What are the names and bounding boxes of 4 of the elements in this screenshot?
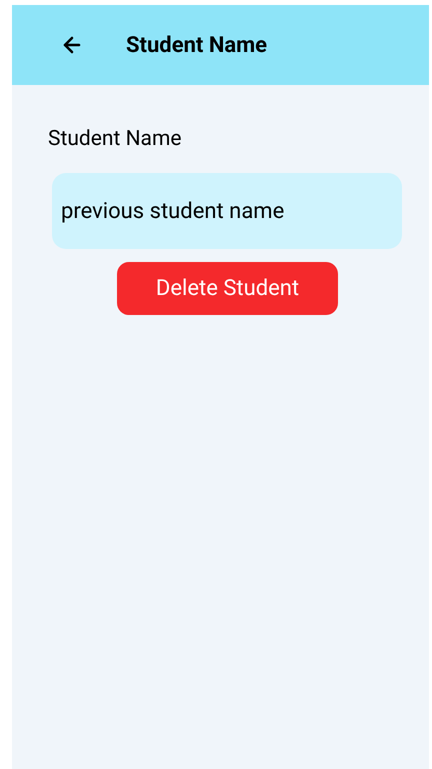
name-field[interactable]: previous student name — [52, 173, 402, 249]
field-label: Student Name — [48, 126, 183, 153]
delete-button[interactable]: Delete Student — [117, 262, 338, 315]
screen-title: Student Name — [126, 32, 268, 60]
